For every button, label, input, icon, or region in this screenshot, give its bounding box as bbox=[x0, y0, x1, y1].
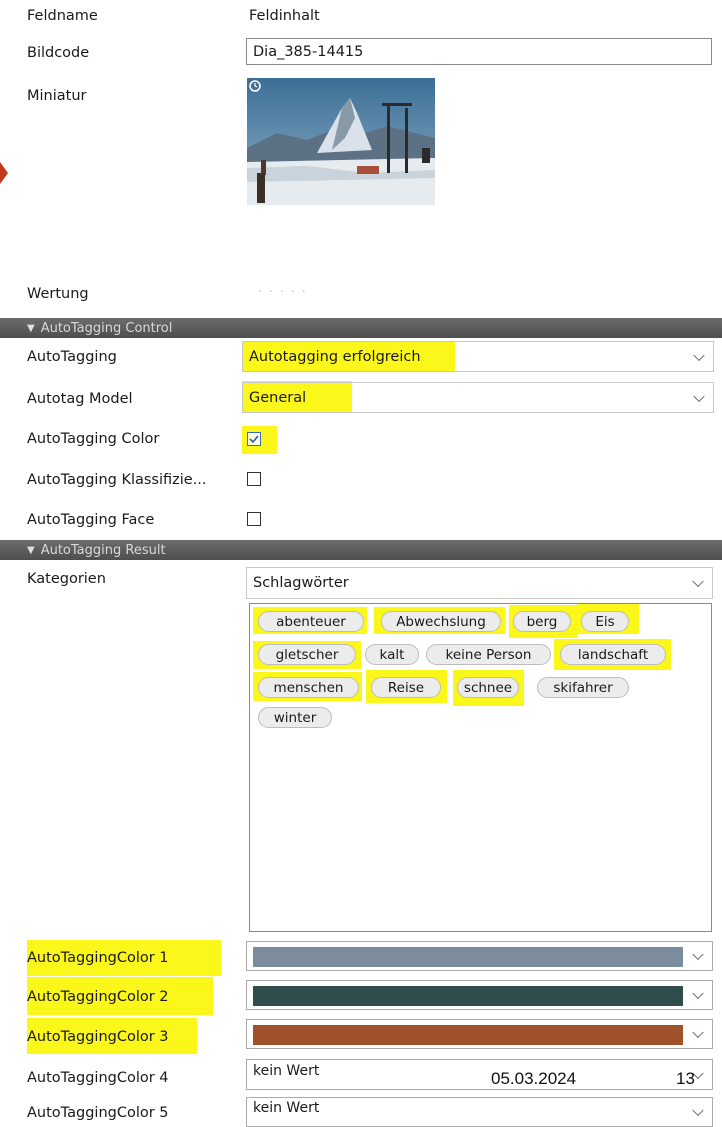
section-title: AutoTagging Result bbox=[40, 542, 166, 558]
autotagging-face-label: AutoTagging Face bbox=[27, 512, 155, 528]
color-swatch bbox=[253, 986, 683, 1006]
autotaggingcolor-1-select[interactable] bbox=[246, 941, 713, 971]
chevron-down-icon bbox=[693, 390, 705, 402]
section-autotagging-result[interactable]: ▼ AutoTagging Result bbox=[0, 540, 722, 560]
thumbnail-image[interactable] bbox=[247, 78, 435, 205]
autotagging-label: AutoTagging bbox=[27, 349, 117, 365]
bildcode-value: Dia_385-14415 bbox=[253, 43, 364, 60]
tag-chip[interactable]: Reise bbox=[371, 677, 441, 698]
autotag-model-select[interactable]: General bbox=[242, 382, 714, 413]
tag-chip[interactable]: menschen bbox=[258, 677, 359, 698]
autotaggingcolor-5-select[interactable]: kein Wert bbox=[246, 1097, 713, 1127]
color-value: kein Wert bbox=[253, 1063, 320, 1079]
rating-stars[interactable]: · · · · · bbox=[258, 285, 307, 298]
tag-chip[interactable]: winter bbox=[258, 707, 332, 728]
autotagging-color-label: AutoTagging Color bbox=[27, 431, 160, 447]
tag-chip[interactable]: landschaft bbox=[560, 644, 666, 665]
tag-chip[interactable]: skifahrer bbox=[537, 677, 629, 698]
autotaggingcolor-4-select[interactable]: kein Wert bbox=[246, 1059, 713, 1090]
checkmark-icon bbox=[249, 435, 259, 444]
thumbnail-picture bbox=[247, 78, 435, 205]
chevron-down-icon bbox=[692, 948, 704, 961]
autotagging-klassifizierung-label: AutoTagging Klassifizie... bbox=[27, 472, 207, 488]
tag-chip[interactable]: kalt bbox=[365, 644, 419, 665]
color-swatch bbox=[253, 947, 683, 967]
miniatur-label: Miniatur bbox=[27, 88, 87, 104]
footer-date: 05.03.2024 bbox=[491, 1069, 577, 1088]
tag-chip[interactable]: Eis bbox=[581, 611, 629, 632]
footer-page-number: 13 bbox=[676, 1069, 695, 1088]
column-header-feldinhalt: Feldinhalt bbox=[249, 8, 320, 24]
tag-chip[interactable]: abenteuer bbox=[258, 611, 364, 632]
bildcode-label: Bildcode bbox=[27, 45, 90, 61]
arrow-marker bbox=[0, 162, 8, 184]
autotagging-select[interactable]: Autotagging erfolgreich bbox=[242, 341, 714, 372]
tag-chip[interactable]: schnee bbox=[457, 677, 519, 698]
autotaggingcolor-1-label: AutoTaggingColor 1 bbox=[27, 950, 169, 966]
autotaggingcolor-5-label: AutoTaggingColor 5 bbox=[27, 1105, 169, 1121]
color-swatch bbox=[253, 1025, 683, 1045]
chevron-down-icon bbox=[692, 1026, 704, 1039]
chevron-down-icon bbox=[692, 987, 704, 1000]
autotagging-face-checkbox[interactable] bbox=[247, 512, 261, 526]
color-value: kein Wert bbox=[253, 1100, 320, 1116]
kategorien-value: Schlagwörter bbox=[253, 575, 349, 591]
chevron-down-icon bbox=[693, 349, 705, 361]
kategorien-label: Kategorien bbox=[27, 571, 106, 587]
autotaggingcolor-2-label: AutoTaggingColor 2 bbox=[27, 989, 169, 1005]
autotagging-value: Autotagging erfolgreich bbox=[249, 348, 421, 365]
wertung-label: Wertung bbox=[27, 286, 89, 302]
section-autotagging-control[interactable]: ▼ AutoTagging Control bbox=[0, 318, 722, 338]
autotag-model-label: Autotag Model bbox=[27, 391, 133, 407]
autotaggingcolor-3-select[interactable] bbox=[246, 1019, 713, 1049]
section-title: AutoTagging Control bbox=[40, 320, 173, 336]
column-header-feldname: Feldname bbox=[27, 8, 98, 24]
collapse-triangle-icon: ▼ bbox=[27, 322, 35, 334]
autotag-model-value: General bbox=[249, 389, 307, 406]
autotaggingcolor-2-select[interactable] bbox=[246, 980, 713, 1010]
autotaggingcolor-3-label: AutoTaggingColor 3 bbox=[27, 1029, 169, 1045]
bildcode-input[interactable]: Dia_385-14415 bbox=[246, 38, 712, 65]
autotaggingcolor-4-label: AutoTaggingColor 4 bbox=[27, 1070, 169, 1086]
tag-chip[interactable]: berg bbox=[513, 611, 571, 632]
kategorien-select[interactable]: Schlagwörter bbox=[246, 567, 713, 599]
autotagging-klassifizierung-checkbox[interactable] bbox=[247, 472, 261, 486]
chevron-down-icon bbox=[692, 1104, 704, 1117]
chevron-down-icon bbox=[692, 575, 704, 588]
collapse-triangle-icon: ▼ bbox=[27, 544, 35, 556]
tag-chip[interactable]: Abwechslung bbox=[381, 611, 501, 632]
tag-chip[interactable]: keine Person bbox=[426, 644, 551, 665]
tag-chip[interactable]: gletscher bbox=[258, 644, 356, 665]
autotagging-color-checkbox[interactable] bbox=[247, 432, 261, 446]
